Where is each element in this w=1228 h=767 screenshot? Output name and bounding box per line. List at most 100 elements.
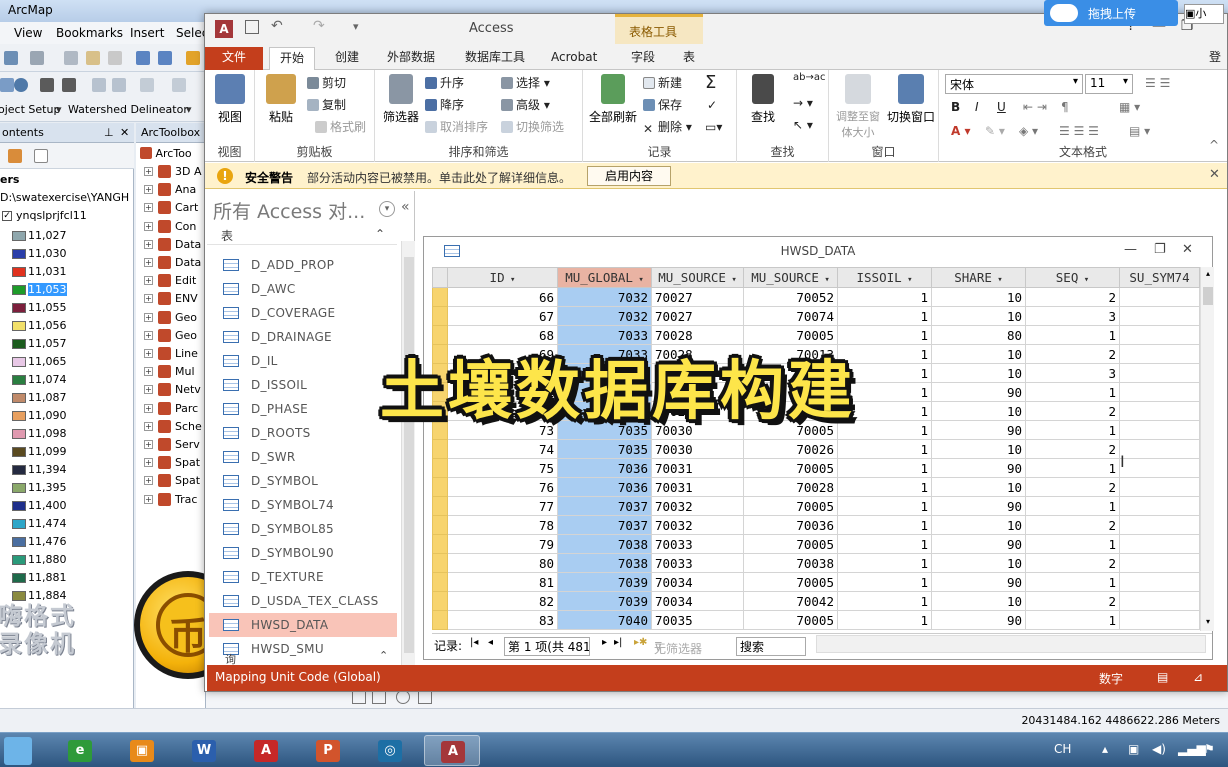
- fit-to-window-button[interactable]: 调整至窗体大小: [831, 74, 885, 140]
- save-record-button[interactable]: 保存: [643, 96, 682, 113]
- table-cell[interactable]: 7036: [557, 477, 652, 497]
- sign-in-link[interactable]: 登录: [1199, 47, 1228, 85]
- ds-close-button[interactable]: ✕: [1182, 242, 1193, 257]
- table-row[interactable]: 81 7039 70034 70005 1 90 1: [432, 572, 1200, 592]
- align-buttons[interactable]: ☰ ☰ ☰: [1059, 124, 1099, 138]
- table-cell[interactable]: 1: [1025, 496, 1120, 516]
- toolbox-item[interactable]: +3D A: [142, 163, 206, 181]
- table-row[interactable]: 66 7032 70027 70052 1 10 2: [432, 287, 1200, 307]
- row-selector[interactable]: [432, 306, 448, 326]
- nav-table-item[interactable]: D_SYMBOL90: [209, 541, 397, 565]
- font-name-select[interactable]: 宋体 ▾: [945, 74, 1083, 94]
- font-color-button[interactable]: A ▾: [951, 124, 971, 138]
- row-selector[interactable]: [432, 496, 448, 516]
- paste-icon[interactable]: [86, 51, 100, 65]
- toolbox-item[interactable]: + Data: [142, 254, 206, 272]
- toolbox-item[interactable]: + Line: [142, 345, 206, 363]
- table-cell[interactable]: 1: [1025, 458, 1120, 478]
- legend-item[interactable]: 11,055: [10, 299, 130, 317]
- nav-table-item[interactable]: D_SYMBOL74: [209, 493, 397, 517]
- drag-upload-button[interactable]: 拖拽上传: [1044, 0, 1178, 26]
- nav-table-item[interactable]: D_COVERAGE: [209, 301, 397, 325]
- nav-table-item[interactable]: D_USDA_TEX_CLASS: [209, 589, 397, 613]
- sort-ascending-button[interactable]: 升序: [425, 74, 464, 91]
- column-header[interactable]: ISSOIL ▾: [837, 267, 932, 288]
- table-cell[interactable]: [1119, 439, 1200, 459]
- globe-icon[interactable]: [14, 78, 28, 92]
- highlight-button[interactable]: ✎ ▾: [985, 124, 1005, 138]
- taskbar-ie-button[interactable]: e: [52, 735, 108, 766]
- table-cell[interactable]: [1119, 591, 1200, 611]
- toolbox-item[interactable]: + Parc: [142, 400, 206, 418]
- table-cell[interactable]: 67: [447, 306, 558, 326]
- toolbox-root[interactable]: ArcToo: [140, 147, 192, 160]
- menu-view[interactable]: View: [14, 26, 42, 40]
- taskbar-acrobat-button[interactable]: A: [238, 735, 294, 766]
- table-cell[interactable]: 79: [447, 534, 558, 554]
- datasheet-hscroll[interactable]: [816, 635, 1206, 653]
- toolbox-item[interactable]: + Geo: [142, 309, 206, 327]
- table-cell[interactable]: 70031: [651, 477, 744, 497]
- nav-table-item[interactable]: D_PHASE: [209, 397, 397, 421]
- indent-icon[interactable]: ⇤ ⇥: [1023, 100, 1047, 114]
- table-cell[interactable]: 78: [447, 515, 558, 535]
- table-cell[interactable]: [1119, 553, 1200, 573]
- table-cell[interactable]: [1119, 325, 1200, 345]
- table-cell[interactable]: 10: [931, 515, 1026, 535]
- switch-windows-button[interactable]: 切换窗口: [885, 74, 937, 125]
- table-cell[interactable]: 83: [447, 610, 558, 630]
- table-row[interactable]: 83 7040 70035 70005 1 90 1: [432, 610, 1200, 630]
- cut-button[interactable]: 剪切: [307, 74, 346, 91]
- pin-icon[interactable]: ⊥: [104, 126, 114, 139]
- table-cell[interactable]: 2: [1025, 591, 1120, 611]
- table-cell[interactable]: 70005: [743, 458, 838, 478]
- table-cell[interactable]: [1119, 477, 1200, 497]
- table-cell[interactable]: 75: [447, 458, 558, 478]
- table-cell[interactable]: 66: [447, 287, 558, 307]
- row-selector[interactable]: [432, 553, 448, 573]
- table-cell[interactable]: 2: [1025, 477, 1120, 497]
- nav-scrollbar[interactable]: [401, 241, 415, 665]
- table-cell[interactable]: 2: [1025, 553, 1120, 573]
- legend-item[interactable]: 11,090: [10, 407, 130, 425]
- start-button-icon[interactable]: [4, 737, 32, 765]
- expand-icon[interactable]: +: [144, 276, 153, 286]
- alternate-row-color-icon[interactable]: ▤ ▾: [1129, 124, 1150, 138]
- table-cell[interactable]: 1: [837, 458, 932, 478]
- first-record-button[interactable]: |◂: [470, 637, 478, 648]
- layer-visibility-checkbox[interactable]: ✓: [2, 211, 12, 221]
- filter-button[interactable]: 筛选器: [379, 74, 423, 125]
- column-dropdown-icon[interactable]: ▾: [819, 275, 829, 285]
- expand-icon[interactable]: +: [144, 349, 153, 358]
- tab-external-data[interactable]: 外部数据: [377, 47, 445, 70]
- toolbox-item[interactable]: + Spat: [142, 472, 206, 490]
- table-cell[interactable]: 1: [837, 306, 932, 326]
- legend-item[interactable]: 11,027: [10, 227, 130, 245]
- table-cell[interactable]: 7039: [557, 591, 652, 611]
- ds-minimize-button[interactable]: —: [1124, 242, 1137, 257]
- column-dropdown-icon[interactable]: ▾: [726, 275, 736, 285]
- legend-item[interactable]: 11,474: [10, 515, 130, 533]
- column-header[interactable]: MU_SOURCE ▾: [651, 267, 744, 288]
- toolbox-item[interactable]: + ENV: [142, 290, 206, 308]
- font-size-select[interactable]: 11 ▾: [1085, 74, 1133, 94]
- expand-icon[interactable]: +: [144, 312, 153, 322]
- legend-item[interactable]: 11,099: [10, 443, 130, 461]
- legend-item[interactable]: 11,053: [10, 281, 130, 299]
- table-cell[interactable]: 1: [837, 496, 932, 516]
- nav-dropdown-icon[interactable]: ▾: [379, 201, 395, 217]
- table-cell[interactable]: 10: [931, 477, 1026, 497]
- expand-icon[interactable]: +: [144, 440, 153, 449]
- project-setup-menu[interactable]: oject Setup: [0, 103, 60, 116]
- expand-icon[interactable]: +: [144, 167, 153, 176]
- table-cell[interactable]: 70036: [743, 515, 838, 535]
- table-cell[interactable]: 90: [931, 496, 1026, 516]
- collapse-ribbon-icon[interactable]: ^: [1209, 138, 1219, 152]
- table-cell[interactable]: 7039: [557, 572, 652, 592]
- table-row[interactable]: 78 7037 70032 70036 1 10 2: [432, 515, 1200, 535]
- table-cell[interactable]: 81: [447, 572, 558, 592]
- network-icon[interactable]: ▂▄▆: [1178, 742, 1206, 756]
- table-cell[interactable]: [1119, 515, 1200, 535]
- column-dropdown-icon[interactable]: ▾: [505, 275, 515, 285]
- table-cell[interactable]: 3: [1025, 306, 1120, 326]
